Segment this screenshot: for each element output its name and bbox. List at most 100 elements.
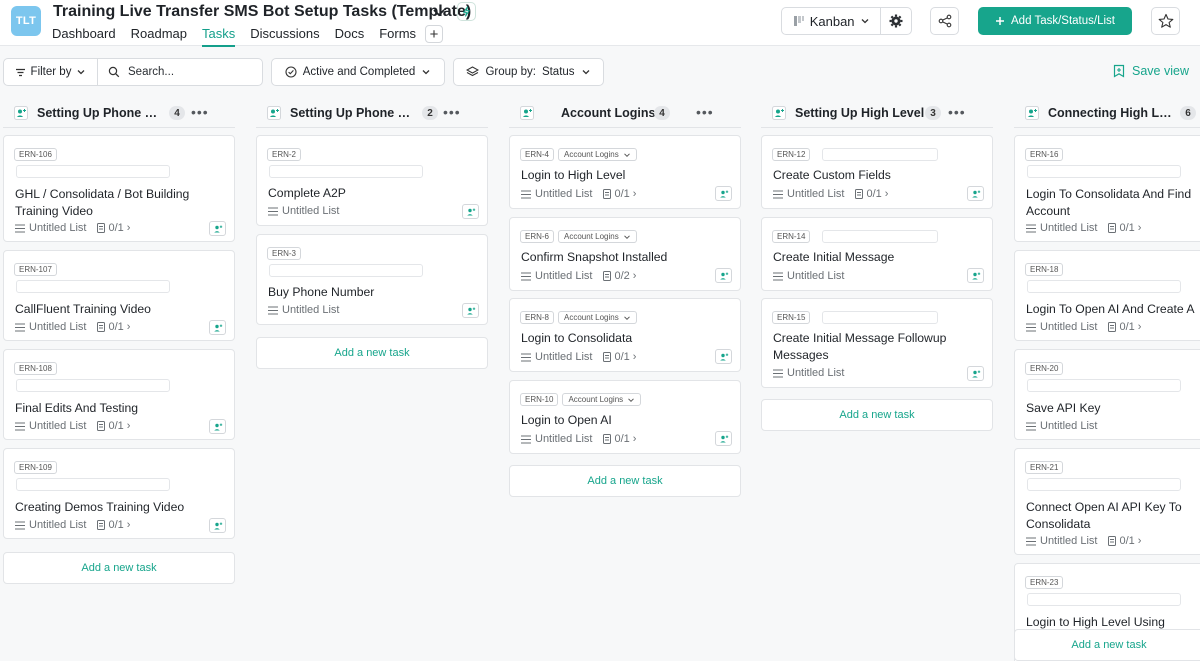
task-card[interactable]: ERN-2 Complete A2P Untitled List [256,135,488,226]
assign-user-icon[interactable] [462,303,479,318]
list-chip[interactable]: Account Logins [558,148,637,161]
tab-discussions[interactable]: Discussions [250,26,319,45]
task-label-placeholder[interactable] [16,478,170,491]
status-filter-label: Active and Completed [302,66,416,78]
list-chip[interactable]: Account Logins [562,393,642,406]
task-card[interactable]: ERN-18 Login To Open AI And Create A Unt… [1014,250,1200,341]
assign-user-icon[interactable] [715,431,732,446]
task-label-placeholder[interactable] [269,264,423,277]
task-card[interactable]: ERN-8 Account Logins Login to Consolidat… [509,298,741,372]
task-label-placeholder[interactable] [822,230,938,243]
automation-bolt-icon[interactable] [457,2,476,21]
task-label-placeholder[interactable] [16,379,170,392]
assign-user-icon[interactable] [209,518,226,533]
add-new-task-button[interactable]: Add a new task [1014,629,1200,661]
chevron-right-icon: › [632,433,637,445]
column-title[interactable]: Setting Up Phone N... [290,106,415,120]
task-card[interactable]: ERN-21 Connect Open AI API Key To Consol… [1014,448,1200,555]
share-button[interactable] [930,7,959,35]
assign-user-icon[interactable] [462,204,479,219]
save-view-button[interactable]: Save view [1112,64,1189,78]
view-settings-button[interactable] [881,8,911,34]
assign-user-icon[interactable] [209,419,226,434]
task-label-placeholder[interactable] [822,148,938,161]
task-card[interactable]: ERN-3 Buy Phone Number Untitled List [256,234,488,325]
filter-by-button[interactable]: Filter by [4,59,98,85]
column-more-icon[interactable]: ••• [948,105,966,119]
assign-user-icon[interactable] [967,268,984,283]
list-chip[interactable]: Account Logins [558,230,637,243]
add-new-task-button[interactable]: Add a new task [509,465,741,497]
kanban-view-dropdown[interactable]: Kanban [782,8,882,34]
tab-tasks[interactable]: Tasks [201,26,236,47]
tab-forms[interactable]: Forms [379,26,416,45]
list-chip[interactable]: Account Logins [558,311,637,324]
task-card[interactable]: ERN-4 Account Logins Login to High Level… [509,135,741,209]
task-card[interactable]: ERN-6 Account Logins Confirm Snapshot In… [509,217,741,291]
assign-user-icon[interactable] [715,268,732,283]
column-title[interactable]: Setting Up Phone N... [37,106,162,120]
assign-user-icon[interactable] [1025,106,1039,120]
column-more-icon[interactable]: ••• [443,105,461,119]
assign-user-icon[interactable] [520,106,534,120]
task-label-placeholder[interactable] [1027,478,1181,491]
column-title[interactable]: Account Logins [561,106,655,120]
task-card[interactable]: ERN-15 Create Initial Message Followup M… [761,298,993,388]
add-tab-button[interactable]: + [425,25,443,43]
chevron-right-icon: › [1137,222,1142,234]
tab-docs[interactable]: Docs [335,26,365,45]
assign-user-icon[interactable] [772,106,786,120]
assign-user-icon[interactable] [209,221,226,236]
status-filter-dropdown[interactable]: Active and Completed [271,58,445,86]
task-label-placeholder[interactable] [269,165,423,178]
add-new-task-button[interactable]: Add a new task [3,552,235,584]
task-card[interactable]: ERN-20 Save API Key Untitled List [1014,349,1200,440]
task-label-placeholder[interactable] [1027,593,1181,606]
task-label-placeholder[interactable] [1027,379,1181,392]
group-by-dropdown[interactable]: Group by: Status [453,58,604,86]
filter-search-group: Filter by [3,58,263,86]
tab-dashboard[interactable]: Dashboard [52,26,116,45]
task-id: ERN-8 [520,311,555,324]
add-new-task-button[interactable]: Add a new task [761,399,993,431]
task-card[interactable]: ERN-109 Creating Demos Training Video Un… [3,448,235,539]
tab-roadmap[interactable]: Roadmap [131,26,187,45]
task-card[interactable]: ERN-16 Login To Consolidata And Find Acc… [1014,135,1200,242]
assign-user-icon[interactable] [715,186,732,201]
task-card[interactable]: ERN-108 Final Edits And Testing Untitled… [3,349,235,440]
subtask-count: 0/2 [614,270,630,282]
add-task-status-list-button[interactable]: Add Task/Status/List [978,7,1132,35]
favorite-button[interactable] [1151,7,1180,35]
project-title[interactable]: Training Live Transfer SMS Bot Setup Tas… [53,3,471,21]
project-logo[interactable]: TLT [11,6,41,36]
task-list-name: Untitled List [29,519,87,531]
assign-user-icon[interactable] [715,349,732,364]
column-title[interactable]: Setting Up High Level [795,106,924,120]
plus-icon [996,17,1004,25]
search-input[interactable] [128,66,248,78]
task-card[interactable]: ERN-14 Create Initial Message Untitled L… [761,217,993,291]
task-card[interactable]: ERN-12 Create Custom Fields Untitled Lis… [761,135,993,209]
task-id: ERN-2 [267,148,302,161]
task-label-placeholder[interactable] [822,311,938,324]
assign-user-icon[interactable] [267,106,281,120]
column-more-icon[interactable]: ••• [696,105,714,119]
column-header: Setting Up Phone N... 2 ••• [256,98,488,128]
task-label-placeholder[interactable] [16,165,170,178]
column-title[interactable]: Connecting High Le... [1048,106,1173,120]
task-card[interactable]: ERN-10 Account Logins Login to Open AI U… [509,380,741,454]
assign-user-icon[interactable] [209,320,226,335]
add-new-task-button[interactable]: Add a new task [256,337,488,369]
task-label-placeholder[interactable] [16,280,170,293]
column-more-icon[interactable]: ••• [191,105,209,119]
assign-user-icon[interactable] [967,186,984,201]
save-view-label: Save view [1132,64,1189,78]
task-card[interactable]: ERN-106 GHL / Consolidata / Bot Building… [3,135,235,242]
task-label-placeholder[interactable] [1027,280,1181,293]
task-card[interactable]: ERN-107 CallFluent Training Video Untitl… [3,250,235,341]
assign-user-icon[interactable] [967,366,984,381]
assign-user-icon[interactable] [14,106,28,120]
chevron-down-icon[interactable] [431,4,447,20]
task-label-placeholder[interactable] [1027,165,1181,178]
task-list-name: Untitled List [787,367,845,379]
